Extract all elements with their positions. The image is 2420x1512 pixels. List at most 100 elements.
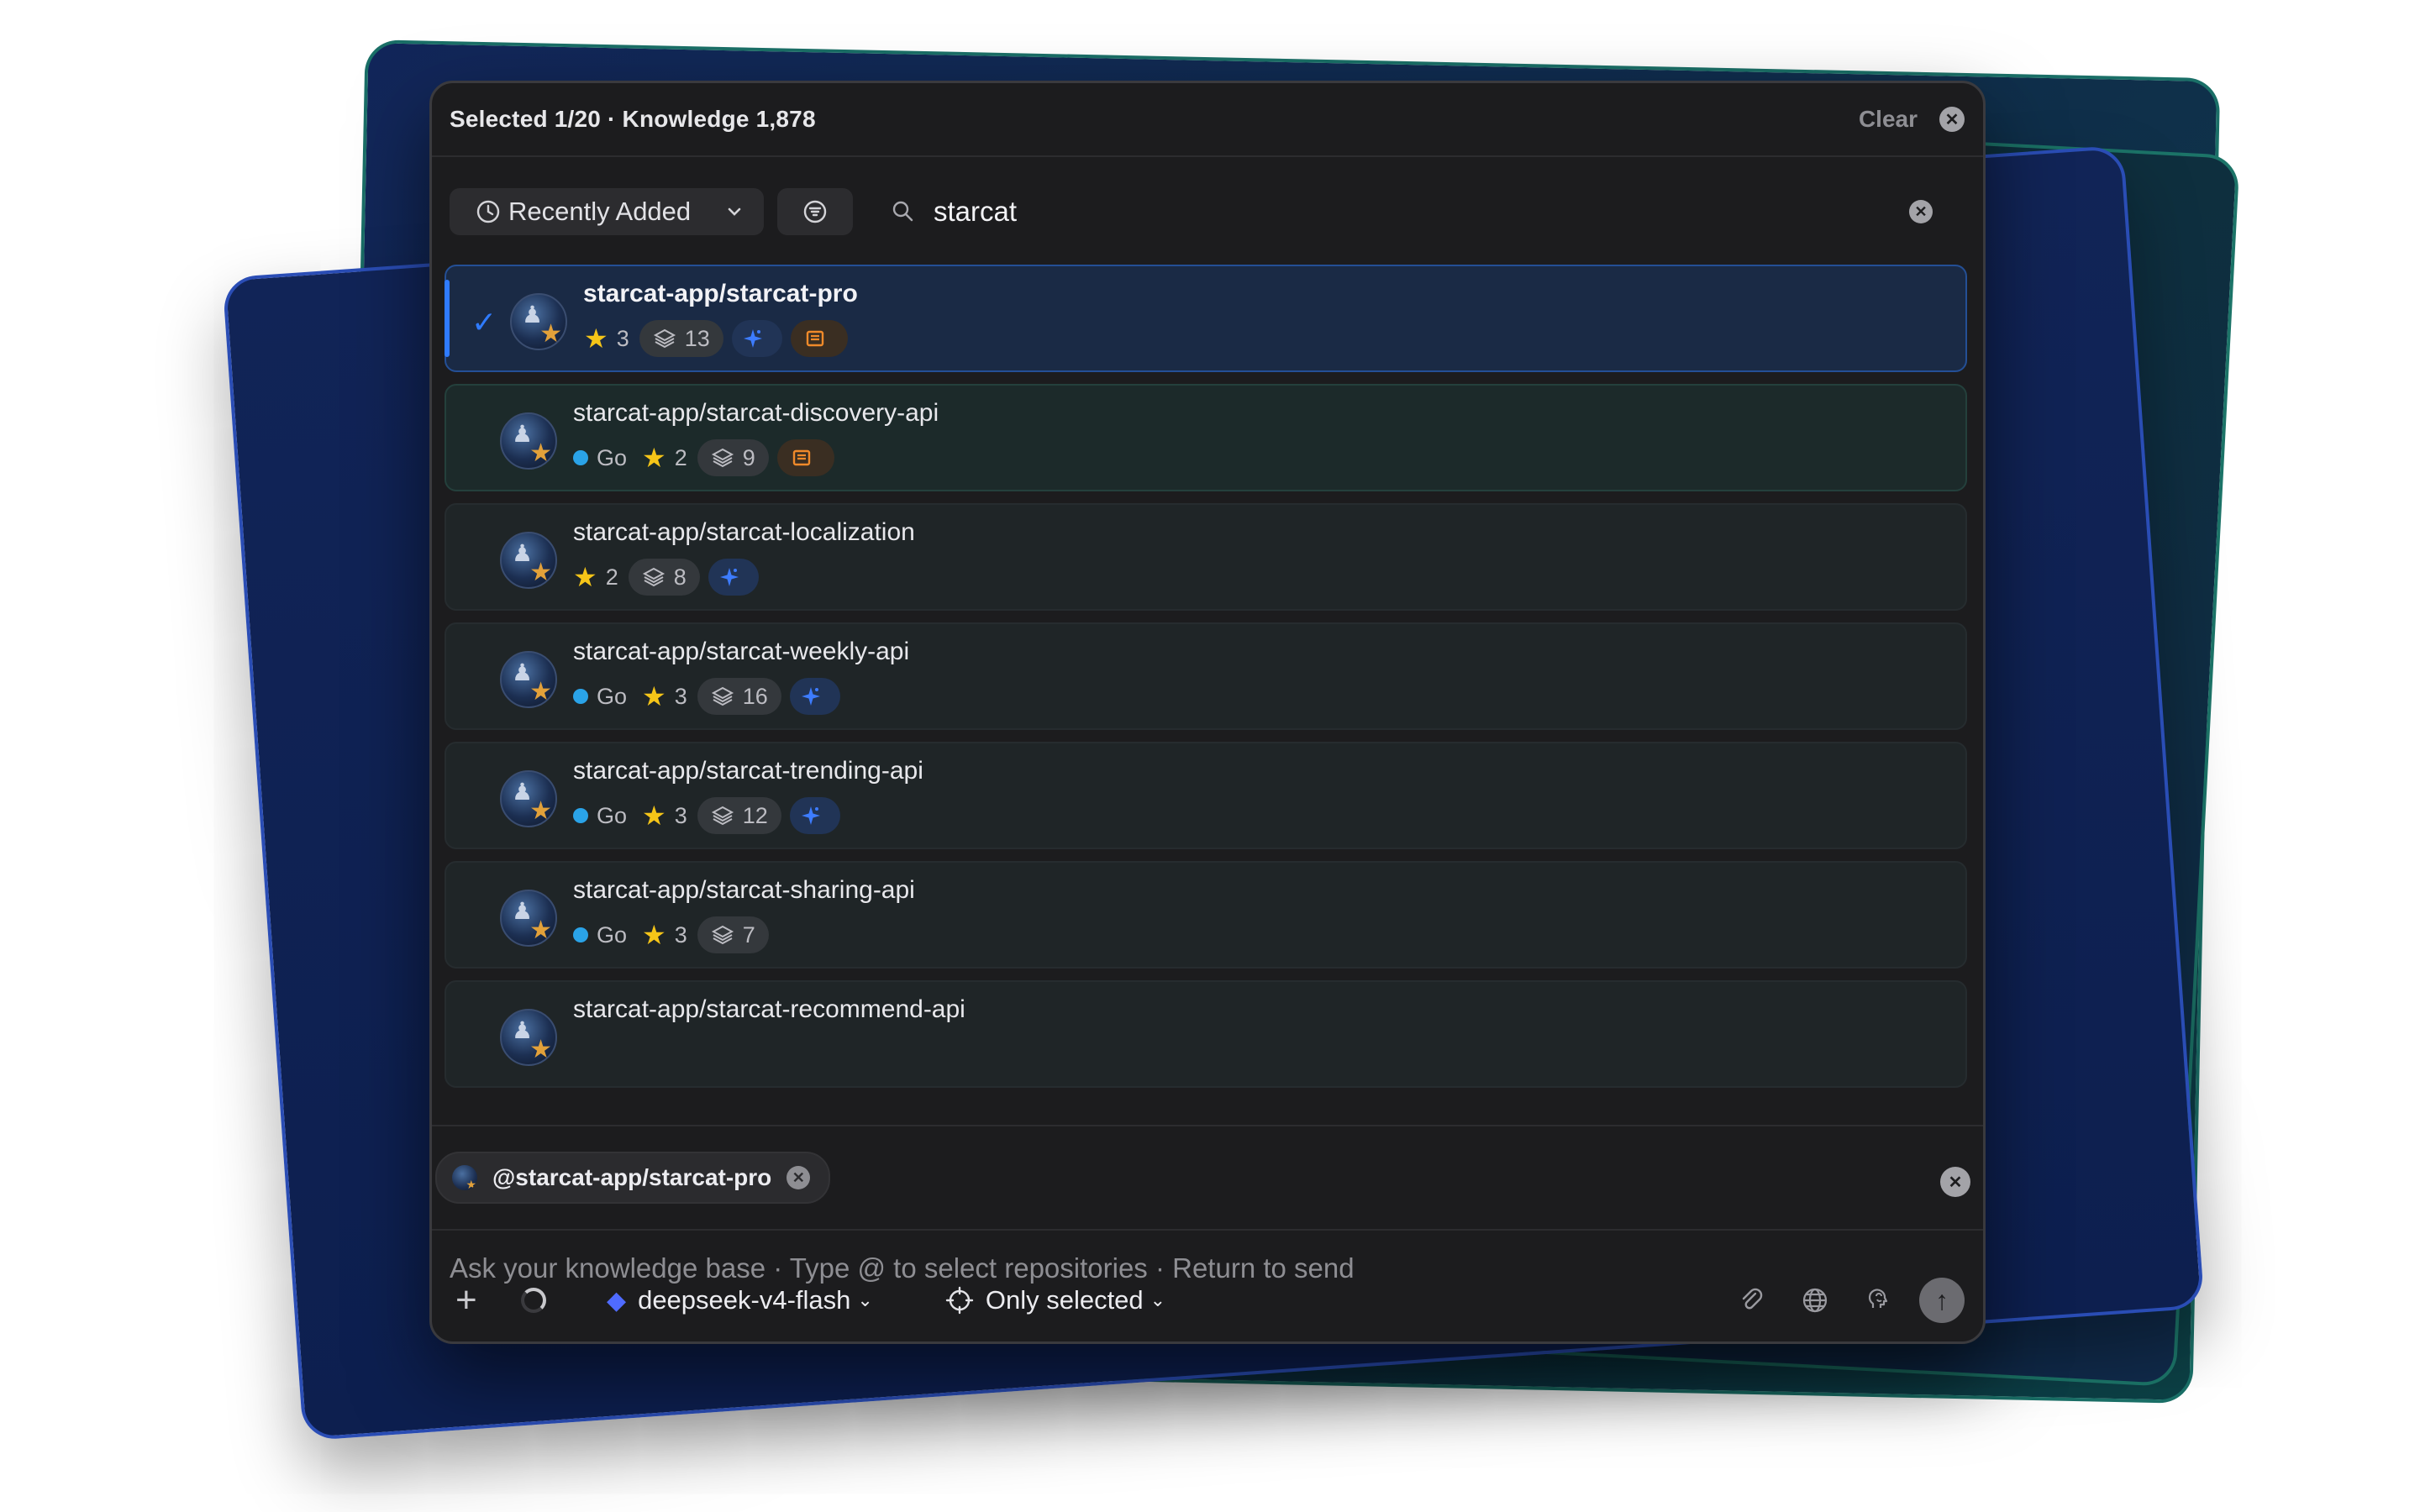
selected-repo-chip[interactable]: ★ @starcat-app/starcat-pro ✕ — [435, 1152, 831, 1204]
repo-avatar: ♟ ★ — [500, 890, 557, 947]
layers-icon — [711, 925, 734, 945]
doc-badge — [790, 320, 848, 357]
repo-language: Go — [597, 683, 628, 709]
model-logo-icon: ◆ — [607, 1286, 627, 1315]
scope-selector[interactable]: Only selected ⌄ — [945, 1285, 1165, 1315]
repo-language: Go — [597, 921, 628, 948]
ai-badge — [731, 320, 782, 357]
target-icon — [945, 1286, 974, 1315]
star-icon: ★ — [642, 801, 666, 831]
globe-icon[interactable] — [1798, 1284, 1832, 1317]
attach-icon[interactable] — [1734, 1284, 1768, 1317]
repo-avatar: ♟ ★ — [500, 532, 557, 589]
star-value: 3 — [674, 683, 687, 709]
doc-count-pill: 9 — [697, 439, 769, 476]
doc-count-pill: 13 — [639, 320, 723, 357]
star-value: 3 — [674, 921, 687, 948]
repo-row[interactable]: ✓ ♟ ★ starcat-app/starcat-pro ★ 3 13 — [445, 265, 1967, 372]
selection-summary: Selected 1/20 · Knowledge 1,878 — [450, 106, 816, 132]
repo-avatar: ♟ ★ — [500, 651, 557, 708]
repo-row[interactable]: ♟ ★ starcat-app/starcat-recommend-api — [445, 980, 1967, 1088]
star-count: ★ 3 — [584, 323, 629, 354]
layers-icon — [711, 686, 734, 706]
clear-button[interactable]: Clear — [1859, 106, 1918, 133]
plus-icon[interactable]: + — [455, 1279, 489, 1321]
repo-row[interactable]: ♟ ★ starcat-app/starcat-weekly-api Go ★ 3 16 — [445, 622, 1967, 730]
repo-row[interactable]: ♟ ★ starcat-app/starcat-trending-api Go ★ 3 12 — [445, 742, 1967, 849]
document-icon — [806, 330, 823, 347]
filter-icon — [803, 200, 827, 223]
repo-avatar: ♟ ★ — [510, 293, 567, 350]
filter-button[interactable] — [777, 188, 853, 235]
star-count: ★ 3 — [642, 800, 687, 832]
doc-badge — [776, 439, 834, 476]
language-dot-icon — [573, 689, 588, 704]
ai-badge — [789, 797, 840, 834]
star-count: ★ 2 — [573, 561, 618, 593]
window-header: Selected 1/20 · Knowledge 1,878 Clear ✕ — [432, 83, 1983, 157]
language-dot-icon — [573, 450, 588, 465]
star-icon: ★ — [642, 681, 666, 711]
repo-meta: ★ 2 8 — [573, 559, 767, 596]
repo-row[interactable]: ♟ ★ starcat-app/starcat-sharing-api Go ★ 3 7 — [445, 861, 1967, 969]
toolbar: Recently Added ✕ — [432, 157, 1983, 266]
repo-list: ✓ ♟ ★ starcat-app/starcat-pro ★ 3 13 ♟ ★ starcat-… — [445, 265, 1967, 1105]
repo-avatar: ♟ ★ — [500, 412, 557, 470]
language-dot-icon — [573, 808, 588, 823]
document-icon — [792, 449, 810, 466]
send-button[interactable]: ↑ — [1919, 1278, 1965, 1323]
layers-icon — [711, 448, 734, 468]
sparkle-icon — [719, 568, 739, 586]
doc-count: 8 — [673, 564, 687, 590]
star-icon: ★ — [642, 443, 666, 473]
brain-icon[interactable] — [1862, 1284, 1896, 1317]
ai-badge — [708, 559, 759, 596]
chip-label: @starcat-app/starcat-pro — [492, 1164, 772, 1190]
repo-name: starcat-app/starcat-trending-api — [573, 757, 923, 785]
star-count: ★ 2 — [642, 442, 687, 474]
star-value: 2 — [605, 564, 618, 590]
repo-avatar: ★ — [452, 1165, 477, 1190]
close-icon[interactable]: ✕ — [1939, 107, 1965, 132]
doc-count: 12 — [742, 802, 768, 828]
star-icon: ★ — [573, 562, 597, 592]
repo-row[interactable]: ♟ ★ starcat-app/starcat-discovery-api Go ★ 2 9 — [445, 384, 1967, 491]
clear-chips-icon[interactable]: ✕ — [1940, 1167, 1970, 1197]
star-value: 3 — [674, 802, 687, 828]
star-value: 2 — [674, 444, 687, 470]
repo-name: starcat-app/starcat-pro — [583, 280, 858, 307]
repo-language: Go — [597, 444, 628, 470]
repo-avatar: ♟ ★ — [500, 1009, 557, 1066]
ai-badge — [789, 678, 840, 715]
repo-meta: ★ 3 13 — [584, 320, 856, 357]
doc-count: 16 — [742, 683, 768, 709]
doc-count-pill: 7 — [697, 916, 769, 953]
doc-count: 7 — [742, 921, 755, 948]
sparkle-icon — [801, 806, 820, 825]
repo-name: starcat-app/starcat-weekly-api — [573, 638, 910, 665]
repo-row[interactable]: ♟ ★ starcat-app/starcat-localization ★ 2 8 — [445, 503, 1967, 611]
knowledge-window: Selected 1/20 · Knowledge 1,878 Clear ✕ … — [429, 81, 1986, 1344]
layers-icon — [653, 328, 676, 349]
sort-dropdown[interactable]: Recently Added — [450, 188, 764, 235]
repo-name: starcat-app/starcat-localization — [573, 518, 915, 546]
layers-icon — [642, 567, 665, 587]
chevron-down-icon: ⌄ — [1150, 1289, 1166, 1310]
repo-name: starcat-app/starcat-sharing-api — [573, 876, 915, 904]
search-input[interactable] — [932, 195, 1909, 228]
star-value: 3 — [616, 325, 629, 351]
search-icon — [892, 201, 913, 222]
clear-search-icon[interactable]: ✕ — [1909, 200, 1933, 223]
checkmark-icon: ✓ — [471, 305, 497, 339]
star-count: ★ 3 — [642, 919, 687, 951]
language-dot-icon — [573, 927, 588, 942]
doc-count-pill: 8 — [628, 559, 700, 596]
remove-chip-icon[interactable]: ✕ — [786, 1166, 811, 1189]
chevron-down-icon: ⌄ — [857, 1289, 873, 1310]
model-selector[interactable]: ◆ deepseek-v4-flash ⌄ — [607, 1285, 873, 1315]
composer-divider — [432, 1229, 1983, 1231]
repo-language: Go — [597, 802, 628, 828]
repo-meta: Go ★ 3 12 — [573, 797, 849, 834]
selected-chips: ★ @starcat-app/starcat-pro ✕ ✕ — [432, 1143, 1983, 1219]
model-name: deepseek-v4-flash — [638, 1285, 851, 1315]
